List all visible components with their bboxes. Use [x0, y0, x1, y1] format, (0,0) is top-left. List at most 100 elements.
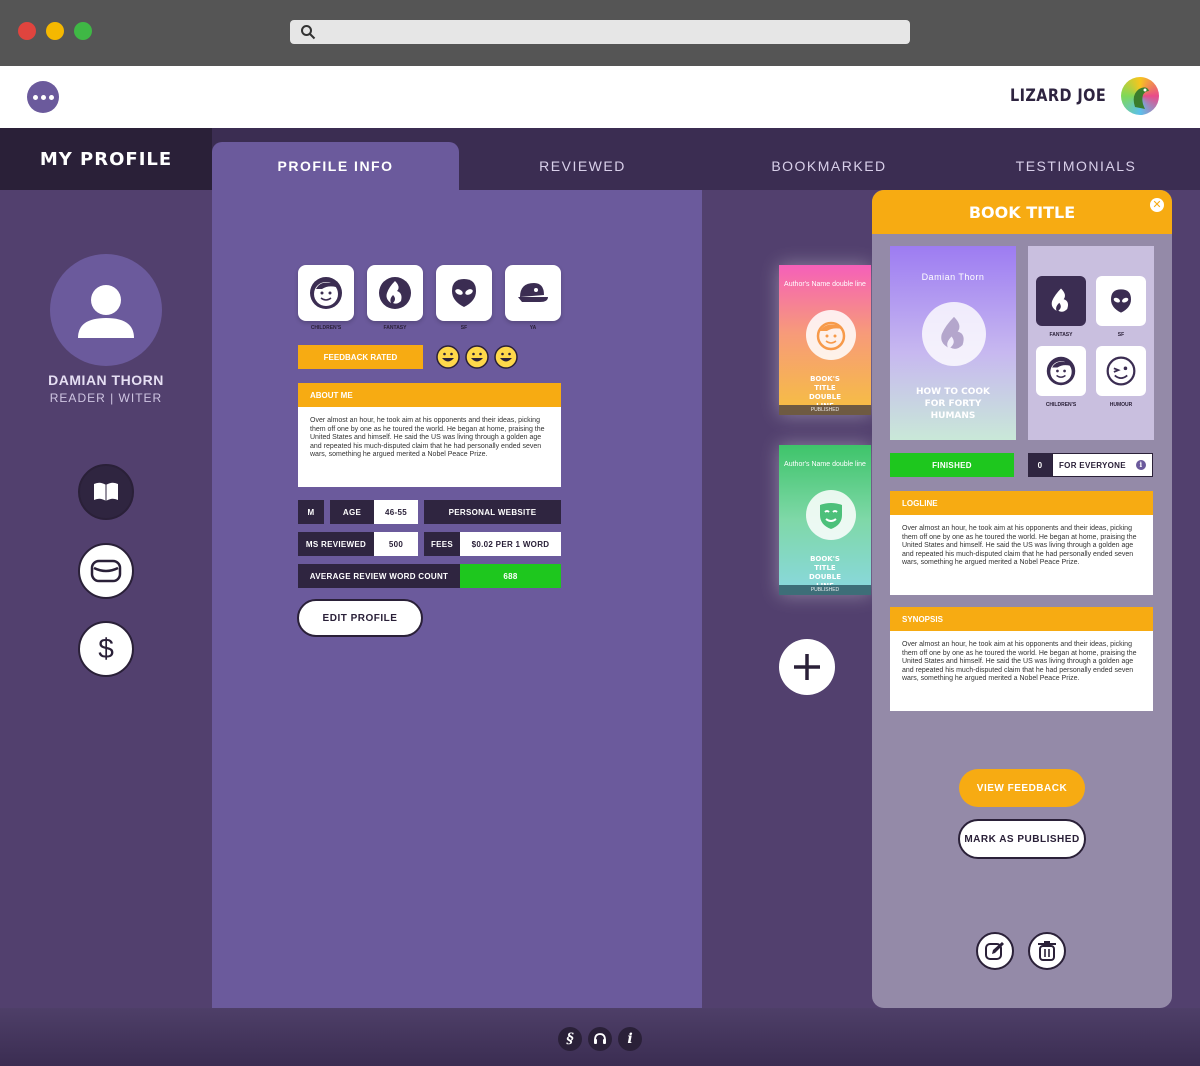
mask-icon: [820, 503, 842, 529]
legal-icon[interactable]: §: [558, 1027, 582, 1051]
genre-sf[interactable]: [436, 265, 492, 321]
genre-ya[interactable]: [505, 265, 561, 321]
trash-icon: [1038, 941, 1056, 961]
status-badge: FINISHED: [890, 453, 1014, 477]
headset-icon: [594, 1033, 606, 1044]
cover-author: Damian Thorn: [921, 272, 985, 282]
svg-text:$: $: [98, 633, 114, 664]
close-window-button[interactable]: [18, 22, 36, 40]
smiley-icon: [465, 345, 489, 369]
support-icon[interactable]: [588, 1027, 612, 1051]
genre-label: FANTASY: [383, 325, 407, 331]
cap-icon: [518, 283, 548, 302]
detail-book-cover: Damian Thorn HOW TO COOK FOR FORTY HUMAN…: [890, 246, 1016, 440]
search-icon: [301, 25, 316, 40]
dragon-icon: [1051, 288, 1069, 312]
ms-reviewed-value: 500: [374, 532, 418, 556]
tab-bar: MY PROFILE PROFILE INFO REVIEWED BOOKMAR…: [0, 128, 1200, 190]
genre-label: CHILDREN'S: [310, 325, 342, 331]
info-icon[interactable]: i: [1136, 460, 1146, 470]
info-icon[interactable]: i: [618, 1027, 642, 1051]
genre-childrens[interactable]: [1036, 346, 1086, 396]
tab-reviewed[interactable]: REVIEWED: [459, 142, 706, 190]
smiley-icon: [494, 345, 518, 369]
mark-published-button[interactable]: MARK AS PUBLISHED: [958, 819, 1086, 859]
genre-label: SF: [460, 325, 468, 331]
child-face-icon: [816, 321, 846, 351]
child-face-icon: [310, 277, 342, 309]
feedback-rated-label: FEEDBACK RATED: [298, 345, 423, 369]
avg-word-count-value: 688: [460, 564, 561, 588]
fees-label: FEES: [424, 532, 460, 556]
wink-icon: [1106, 356, 1136, 386]
smiley-icon: [436, 345, 460, 369]
genre-fantasy[interactable]: [367, 265, 423, 321]
messages-button[interactable]: [78, 543, 134, 599]
synopsis-text: Over almost an hour, he took aim at his …: [890, 631, 1153, 711]
dollar-icon: $: [98, 633, 114, 664]
age-value: 46-55: [374, 500, 418, 524]
logline-text: Over almost an hour, he took aim at his …: [890, 515, 1153, 595]
library-button[interactable]: [78, 464, 134, 520]
browser-chrome: [0, 0, 1200, 66]
book-card[interactable]: Author's Name double line BOOK'S TITLE D…: [779, 265, 871, 415]
book-cover-emblem: [806, 310, 856, 360]
child-face-icon: [1046, 356, 1076, 386]
profile-name: DAMIAN THORN: [48, 372, 164, 388]
maximize-window-button[interactable]: [74, 22, 92, 40]
edit-icon: [985, 942, 1004, 960]
dragon-icon: [379, 277, 411, 309]
book-author: Author's Name double line: [784, 461, 866, 468]
mail-icon: [90, 559, 122, 583]
address-bar[interactable]: [290, 20, 910, 44]
book-status: PUBLISHED: [779, 585, 871, 595]
delete-button[interactable]: [1028, 932, 1066, 970]
sidebar: DAMIAN THORN READER | WITER $: [0, 190, 212, 1008]
genre-label: SF: [1117, 332, 1125, 338]
genre-fantasy[interactable]: [1036, 276, 1086, 326]
edit-profile-button[interactable]: EDIT PROFILE: [297, 599, 423, 637]
payments-button[interactable]: $: [78, 621, 134, 677]
genre-label: FANTASY: [1049, 332, 1073, 338]
profile-role: READER | WITER: [49, 391, 163, 405]
plus-icon: [794, 654, 820, 680]
book-icon: [94, 482, 118, 501]
more-menu-button[interactable]: [27, 81, 59, 113]
book-author: Author's Name double line: [784, 281, 866, 288]
book-cover-emblem: [806, 490, 856, 540]
dragon-icon: [941, 316, 964, 349]
genre-sf[interactable]: [1096, 276, 1146, 326]
tab-bookmarked[interactable]: BOOKMARKED: [706, 142, 952, 190]
user-icon: [78, 285, 134, 338]
view-feedback-button[interactable]: VIEW FEEDBACK: [959, 769, 1085, 807]
genre-humour[interactable]: [1096, 346, 1146, 396]
book-card[interactable]: Author's Name double line BOOK'S TITLE D…: [779, 445, 871, 595]
app-header: LIZARD JOE: [0, 66, 1200, 128]
add-book-button[interactable]: [779, 639, 835, 695]
footer: § i: [0, 1008, 1200, 1066]
book-status: PUBLISHED: [779, 405, 871, 415]
user-avatar[interactable]: [1121, 77, 1159, 115]
alien-icon: [452, 279, 476, 307]
genre-label: CHILDREN'S: [1045, 402, 1077, 408]
personal-website-link[interactable]: PERSONAL WEBSITE: [424, 500, 561, 524]
avg-word-count-label: AVERAGE REVIEW WORD COUNT: [298, 564, 460, 588]
alien-icon: [1111, 289, 1131, 313]
tab-testimonials[interactable]: TESTIMONIALS: [952, 142, 1200, 190]
genre-childrens[interactable]: [298, 265, 354, 321]
audience-field[interactable]: FOR EVERYONE i: [1052, 453, 1153, 477]
gender-field: M: [298, 500, 324, 524]
age-label: AGE: [330, 500, 374, 524]
tab-profile-info[interactable]: PROFILE INFO: [212, 142, 459, 190]
book-detail-panel: BOOK TITLE ✕ Damian Thorn HOW TO COOK FO…: [872, 190, 1172, 1008]
minimize-window-button[interactable]: [46, 22, 64, 40]
cover-title: HOW TO COOK FOR FORTY HUMANS: [915, 387, 991, 421]
profile-info-panel: CHILDREN'S FANTASY SF YA FEEDBACK RATED …: [212, 190, 702, 1008]
username: LIZARD JOE: [1009, 86, 1106, 106]
rating-faces: [436, 345, 526, 369]
ms-reviewed-label: MS REVIEWED: [298, 532, 374, 556]
about-me-heading: ABOUT ME: [298, 383, 561, 407]
close-icon[interactable]: ✕: [1150, 198, 1164, 212]
edit-button[interactable]: [976, 932, 1014, 970]
synopsis-heading: SYNOPSIS: [890, 607, 1153, 631]
